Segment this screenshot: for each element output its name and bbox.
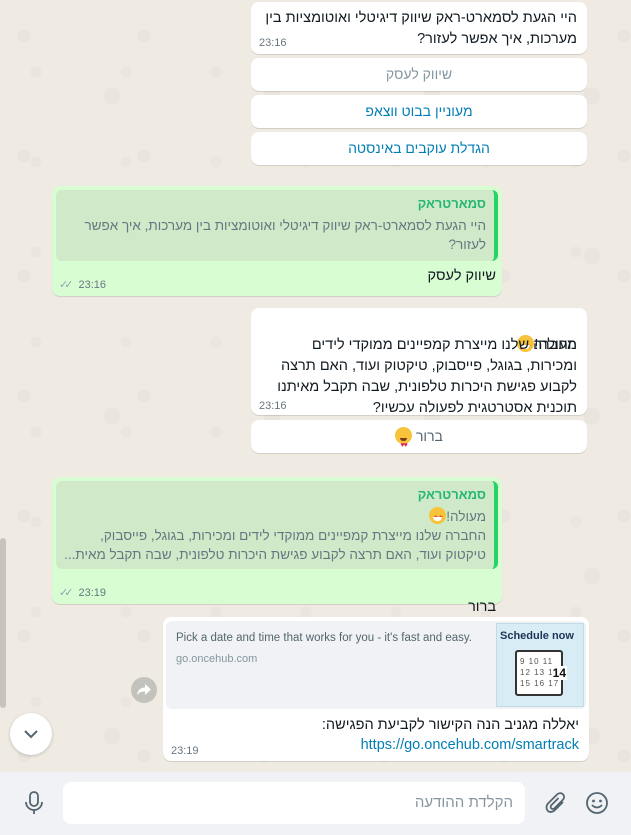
microphone-icon[interactable]: [24, 791, 44, 820]
quote-author: סמארטראק: [417, 487, 486, 502]
scroll-to-bottom-button[interactable]: [10, 713, 52, 755]
chat-panel: היי הגעת לסמארט-ראק שיווק דיגיטלי ואוטומ…: [0, 0, 631, 772]
incoming-message: היי הגעת לסמארט-ראק שיווק דיגיטלי ואוטומ…: [251, 2, 587, 54]
calendar-highlight-date: 14: [551, 666, 567, 680]
message-text: יאללה מגניב הנה הקישור לקביעת הפגישה:: [321, 717, 579, 733]
link-preview[interactable]: Pick a date and time that works for you …: [166, 621, 586, 709]
star-struck-emoji-icon: [429, 507, 447, 528]
emoji-icon[interactable]: [585, 791, 609, 820]
outgoing-message: סמארטראק היי הגעת לסמארט-ראק שיווק דיגיט…: [52, 186, 502, 296]
quick-reply-button[interactable]: מעוניין בבוט ווצאפ: [251, 95, 587, 128]
thumbnail-title: Schedule now: [500, 630, 574, 642]
double-check-icon: ✓✓: [59, 587, 74, 599]
reply-button-label: ברור: [415, 428, 443, 444]
message-time: 23:19: [171, 745, 199, 757]
link-preview-domain: go.oncehub.com: [176, 653, 258, 665]
message-composer: הקלדת ההודעה: [0, 772, 631, 835]
quote-text: היי הגעת לסמארט-ראק שיווק דיגיטלי ואוטומ…: [84, 218, 486, 252]
message-time: 23:16: [259, 400, 287, 412]
quote-author: סמארטראק: [417, 196, 486, 211]
message-time-row: ✓✓ 23:16: [59, 278, 106, 291]
heart-eyes-emoji-icon: [395, 427, 413, 462]
reply-button[interactable]: ברור: [251, 420, 587, 462]
message-time-row: ✓✓ 23:19: [59, 586, 106, 599]
message-time: 23:16: [78, 279, 107, 291]
quoted-message[interactable]: סמארטראק מעולה! החברה שלנו מייצרת קמפיינ…: [56, 481, 498, 569]
quote-text: החברה שלנו מייצרת קמפיינים ממוקדי לידים …: [64, 528, 486, 562]
quote-first-line: מעולה!: [429, 507, 486, 528]
quote-first-line-text: מעולה!: [446, 509, 486, 524]
quick-reply-button[interactable]: הגדלת עוקבים באינסטה: [251, 132, 587, 165]
outgoing-message: סמארטראק מעולה! החברה שלנו מייצרת קמפיינ…: [52, 477, 502, 641]
message-text: היי הגעת לסמארט-ראק שיווק דיגיטלי ואוטומ…: [265, 10, 577, 47]
quick-reply-button[interactable]: שיווק לעסק: [251, 58, 587, 91]
chevron-down-icon: [24, 729, 38, 738]
message-time: 23:19: [78, 587, 107, 599]
message-input-placeholder: הקלדת ההודעה: [414, 794, 513, 811]
message-input[interactable]: הקלדת ההודעה: [63, 782, 525, 824]
message-text: שיווק לעסק: [427, 268, 496, 284]
attach-icon[interactable]: [545, 791, 567, 820]
double-check-icon: ✓✓: [59, 279, 74, 291]
message-link[interactable]: https://go.oncehub.com/smartrack: [361, 735, 579, 756]
message-text: החברה שלנו מייצרת קמפיינים ממוקדי לידים …: [277, 337, 577, 416]
link-preview-title: Pick a date and time that works for you …: [176, 632, 473, 644]
message-time: 23:16: [259, 37, 287, 49]
incoming-message: מעולה! החברה שלנו מייצרת קמפיינים ממוקדי…: [251, 308, 587, 416]
calendar-icon: 9 10 11 12 13 14 15 16 17 14: [515, 650, 567, 696]
link-preview-thumbnail: Schedule now 9 10 11 12 13 14 15 16 17 1…: [496, 623, 584, 707]
scrollbar[interactable]: [0, 538, 6, 708]
message-body: ברור: [468, 599, 496, 615]
quoted-message[interactable]: סמארטראק היי הגעת לסמארט-ראק שיווק דיגיט…: [56, 190, 498, 261]
forward-button[interactable]: [131, 677, 157, 703]
forward-icon: [137, 684, 151, 696]
